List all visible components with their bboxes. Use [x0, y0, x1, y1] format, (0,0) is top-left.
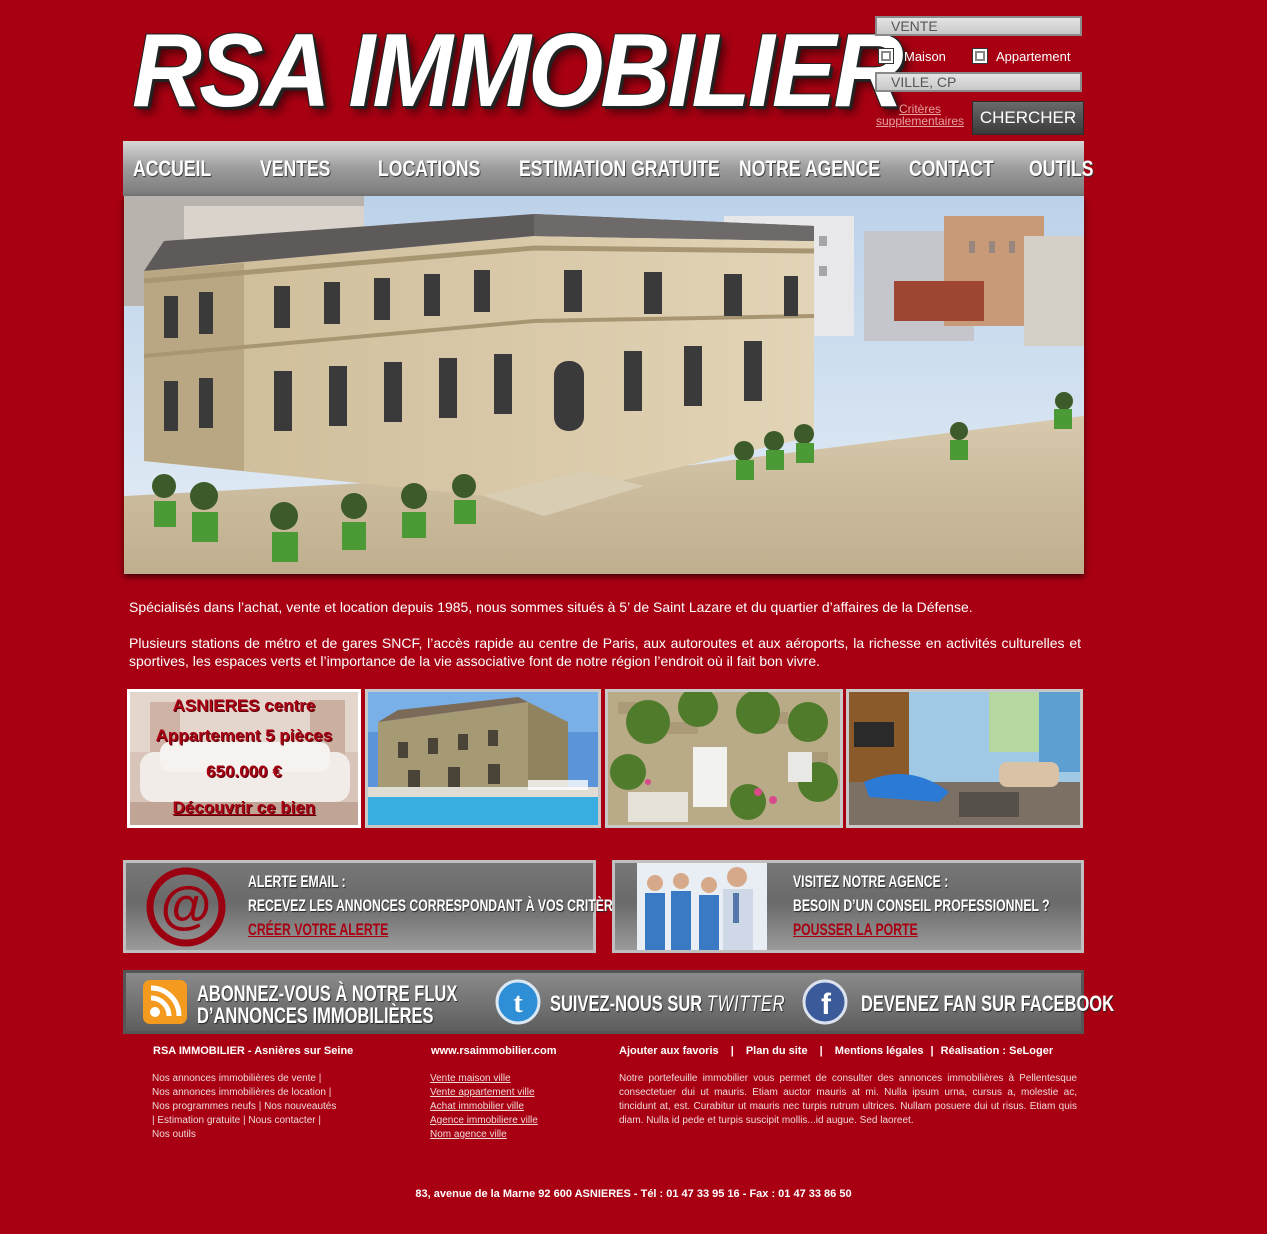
- property-thumb-stone-house[interactable]: [605, 689, 843, 828]
- footer-description: Notre portefeuille immobilier vous perme…: [619, 1073, 1077, 1126]
- main-nav: ACCUEIL VENTES LOCATIONS ESTIMATION GRAT…: [123, 141, 1094, 196]
- footer-separator: |: [930, 1045, 934, 1057]
- email-alert-box[interactable]: @ ALERTE EMAIL : RECEVEZ LES ANNONCES CO…: [123, 860, 629, 953]
- footer-col2-title[interactable]: www.rsaimmobilier.com: [431, 1045, 557, 1057]
- property-thumb-lounge[interactable]: [846, 689, 1083, 828]
- footer-address: 83, avenue de la Marne 92 600 ASNIERES -…: [415, 1188, 852, 1200]
- footer-link-vente-appartement[interactable]: Vente appartement ville: [430, 1086, 600, 1100]
- facebook-icon[interactable]: f: [802, 979, 848, 1025]
- twitter-prefix: SUIVEZ-NOUS SUR: [550, 991, 703, 1016]
- featured-location: ASNIERES centre: [172, 696, 316, 715]
- footer-col2-links: Vente maison ville Vente appartement vil…: [430, 1072, 600, 1142]
- footer-col1-title: RSA IMMOBILIER - Asnières sur Seine: [153, 1045, 354, 1057]
- intro-paragraph-2: Plusieurs stations de métro et de gares …: [129, 635, 1081, 669]
- search-button[interactable]: CHERCHER: [972, 101, 1084, 135]
- nav-item-locations[interactable]: LOCATIONS: [378, 141, 480, 196]
- visit-agency-box[interactable]: VISITEZ NOTRE AGENCE : BESOIN D’UN CONSE…: [612, 860, 1084, 953]
- footer-col1-line[interactable]: Nos annonces immobilières de vente |: [152, 1072, 382, 1086]
- hero-image: [124, 196, 1084, 574]
- nav-item-ventes[interactable]: VENTES: [260, 141, 330, 196]
- alert-title: ALERTE EMAIL :: [248, 872, 346, 891]
- twitter-brand: TWITTER: [706, 991, 786, 1016]
- footer-link-agence[interactable]: Agence immobiliere ville: [430, 1114, 600, 1128]
- footer-link-achat[interactable]: Achat immobilier ville: [430, 1100, 600, 1114]
- footer-link-nom-agence[interactable]: Nom agence ville: [430, 1128, 600, 1142]
- featured-price: 650.000 €: [206, 762, 282, 781]
- footer-separator: |: [730, 1045, 734, 1057]
- svg-text:f: f: [821, 988, 832, 1021]
- transaction-select[interactable]: VENTE: [875, 16, 1082, 36]
- facebook-link[interactable]: DEVENEZ FAN SUR FACEBOOK: [861, 993, 1114, 1015]
- chateau-photo: [124, 196, 1084, 574]
- twitter-link[interactable]: SUIVEZ-NOUS SUR TWITTER: [550, 993, 785, 1015]
- appartement-checkbox[interactable]: [972, 48, 988, 64]
- favorites-link[interactable]: Ajouter aux favoris: [619, 1045, 719, 1057]
- visit-subtitle: BESOIN D’UN CONSEIL PROFESSIONNEL ?: [793, 896, 1050, 915]
- footer-col1-line[interactable]: Nos annonces immobilières de location |: [152, 1086, 382, 1100]
- extra-criteria-link[interactable]: Critères supplementaires: [872, 103, 968, 127]
- appartement-label: Appartement: [996, 49, 1071, 64]
- rss-link[interactable]: ABONNEZ-VOUS À NOTRE FLUX D’ANNONCES IMM…: [197, 983, 457, 1027]
- footer-link-vente-maison[interactable]: Vente maison ville: [430, 1072, 600, 1086]
- maison-label: Maison: [904, 49, 946, 64]
- svg-text:t: t: [513, 988, 523, 1019]
- social-bar: ABONNEZ-VOUS À NOTRE FLUX D’ANNONCES IMM…: [123, 970, 1114, 1034]
- featured-property[interactable]: ASNIERES centre Appartement 5 pièces 650…: [127, 689, 361, 828]
- maison-checkbox[interactable]: [878, 48, 894, 64]
- alert-subtitle: RECEVEZ LES ANNONCES CORRESPONDANT À VOS…: [248, 896, 630, 915]
- legal-link[interactable]: Mentions légales: [835, 1045, 924, 1057]
- email-at-icon: @: [146, 867, 226, 947]
- footer-col1-links: Nos annonces immobilières de vente | Nos…: [152, 1072, 382, 1142]
- rss-line-2: D’ANNONCES IMMOBILIÈRES: [197, 1003, 434, 1028]
- location-input[interactable]: VILLE, CP: [875, 72, 1082, 92]
- pool-house-photo: [368, 692, 598, 825]
- footer-col1-line[interactable]: | Estimation gratuite | Nous contacter |: [152, 1114, 382, 1128]
- site-logo[interactable]: RSA IMMOBILIER: [132, 6, 903, 136]
- footer-separator: |: [819, 1045, 823, 1057]
- credits-link[interactable]: Réalisation : SeLoger: [941, 1045, 1053, 1057]
- twitter-icon[interactable]: t: [495, 979, 541, 1025]
- property-thumb-pool-house[interactable]: [365, 689, 601, 828]
- sitemap-link[interactable]: Plan du site: [746, 1045, 808, 1057]
- footer-col1-line[interactable]: Nos programmes neufs | Nos nouveautés: [152, 1100, 382, 1114]
- nav-item-contact[interactable]: CONTACT: [909, 141, 994, 196]
- lounge-photo: [849, 692, 1080, 825]
- footer-col1-line[interactable]: Nos outils: [152, 1128, 382, 1142]
- rss-line-1: ABONNEZ-VOUS À NOTRE FLUX: [197, 981, 458, 1006]
- footer-col3-links: Ajouter aux favoris | Plan du site | Men…: [619, 1045, 1053, 1057]
- nav-item-estimation[interactable]: ESTIMATION GRATUITE: [519, 141, 720, 196]
- visit-title: VISITEZ NOTRE AGENCE :: [793, 872, 949, 891]
- stone-house-photo: [608, 692, 840, 825]
- svg-text:@: @: [161, 877, 212, 935]
- rss-icon[interactable]: [143, 980, 187, 1024]
- featured-cta-link[interactable]: Découvrir ce bien: [130, 798, 358, 818]
- intro-paragraph-1: Spécialisés dans l’achat, vente et locat…: [129, 599, 973, 615]
- criteria-line-2: supplementaires: [875, 114, 965, 128]
- nav-item-accueil[interactable]: ACCUEIL: [133, 141, 211, 196]
- featured-type: Appartement 5 pièces: [155, 726, 333, 745]
- agency-team-photo: [637, 863, 767, 950]
- nav-item-outils[interactable]: OUTILS: [1029, 141, 1094, 196]
- create-alert-link[interactable]: CRÉER VOTRE ALERTE: [248, 918, 629, 942]
- visit-agency-link[interactable]: POUSSER LA PORTE: [793, 918, 1050, 942]
- nav-item-agence[interactable]: NOTRE AGENCE: [739, 141, 880, 196]
